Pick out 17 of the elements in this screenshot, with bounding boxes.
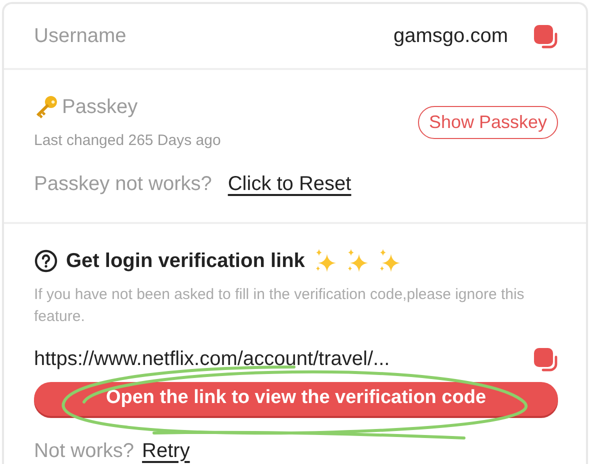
reset-link[interactable]: Click to Reset	[228, 168, 352, 198]
copy-icon[interactable]	[532, 346, 558, 372]
retry-prompt: Not works?	[34, 438, 134, 464]
key-icon	[34, 94, 58, 120]
verification-title: Get login verification link	[66, 249, 305, 274]
username-value: gamsgo.com	[394, 24, 508, 49]
username-label: Username	[34, 24, 126, 49]
retry-link[interactable]: Retry	[142, 436, 190, 464]
open-link-button[interactable]: Open the link to view the verification code	[34, 382, 558, 416]
copy-icon[interactable]	[532, 23, 558, 49]
passkey-title: Passkey	[62, 95, 138, 120]
last-changed-text: Last changed 265 Days ago	[34, 131, 221, 151]
verification-link-text: https://www.netflix.com/account/travel/...	[34, 346, 390, 372]
help-icon[interactable]	[34, 249, 58, 273]
reset-prompt: Passkey not works?	[34, 172, 212, 196]
verification-description: If you have not been asked to fill in the verification code,please ignore this feature.	[34, 285, 526, 327]
show-passkey-button[interactable]: Show Passkey	[418, 106, 558, 139]
